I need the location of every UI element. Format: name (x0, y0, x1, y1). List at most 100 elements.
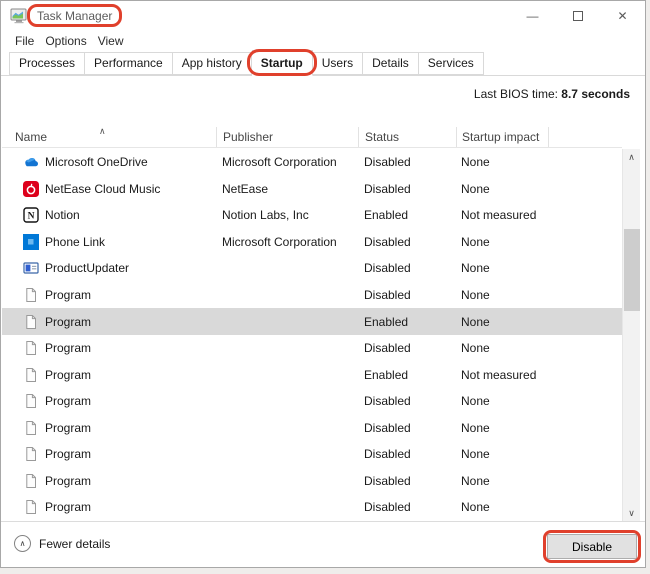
cell-name: Phone Link (45, 234, 106, 249)
cell-name: Program (45, 314, 92, 329)
cell-status: Disabled (364, 181, 411, 196)
program-icon (23, 340, 39, 356)
cell-name: Program (45, 288, 92, 302)
scroll-down-button[interactable]: ∨ (623, 505, 640, 521)
window-controls: — ✕ (510, 1, 645, 31)
notion-icon: N (23, 207, 39, 224)
column-header-status[interactable]: Status (358, 127, 456, 147)
table-row[interactable]: Program Disabled None (2, 414, 622, 441)
cell-startup-impact: None (461, 394, 490, 409)
menu-item-file[interactable]: File (15, 34, 34, 48)
table-row[interactable]: Program Disabled None (2, 468, 622, 495)
cell-status: Disabled (364, 234, 411, 249)
table-row[interactable]: ProductUpdater Disabled None (2, 255, 622, 282)
vertical-scrollbar[interactable]: ∧ ∨ (622, 149, 640, 521)
footer-bar: ∧ Fewer details Disable (1, 521, 645, 567)
cell-status: Disabled (364, 500, 411, 515)
startup-list: Microsoft OneDrive Microsoft Corporation D… (2, 149, 622, 521)
collapse-circle-icon: ∧ (14, 535, 31, 552)
minimize-icon: — (526, 9, 539, 23)
cell-publisher: Notion Labs, Inc (222, 208, 309, 223)
table-row[interactable]: Program Enabled None (2, 308, 622, 335)
scroll-down-icon: ∨ (628, 507, 635, 518)
menu-item-view[interactable]: View (98, 34, 124, 48)
cell-status: Enabled (364, 367, 409, 382)
minimize-button[interactable]: — (510, 1, 555, 31)
column-header-empty (548, 127, 622, 147)
tab-users[interactable]: Users (312, 52, 364, 75)
last-bios-time-label: Last BIOS time: (473, 87, 558, 101)
tab-bar: Processes Performance App history Startup Us… (1, 49, 645, 76)
table-row[interactable]: Program Enabled Not measured (2, 361, 622, 388)
cell-startup-impact: Not measured (461, 367, 537, 382)
cell-startup-impact: Not measured (461, 208, 537, 223)
table-row[interactable]: Microsoft OneDrive Microsoft Corporation D… (2, 149, 622, 176)
netease-icon (23, 180, 39, 197)
tab-processes[interactable]: Processes (9, 52, 86, 75)
maximize-button[interactable] (555, 1, 600, 31)
cell-publisher: Microsoft Corporation (222, 155, 337, 170)
program-icon (23, 314, 39, 330)
cell-startup-impact: None (461, 500, 490, 515)
column-header-startup-impact[interactable]: Startup impact (456, 127, 548, 147)
cell-name: Program (45, 341, 92, 356)
onedrive-icon (23, 154, 39, 170)
cell-name: Program (45, 500, 92, 515)
cell-name: Microsoft OneDrive (45, 155, 148, 170)
task-manager-app-icon (10, 7, 28, 25)
cell-startup-impact: None (461, 288, 490, 302)
table-row[interactable]: Program Disabled None (2, 335, 622, 362)
program-icon (23, 287, 39, 303)
svg-text:N: N (28, 212, 35, 222)
column-header-publisher[interactable]: Publisher (216, 127, 358, 147)
table-row[interactable]: Program Disabled None (2, 388, 622, 415)
program-icon (23, 446, 39, 462)
tab-app-history[interactable]: App history (172, 52, 252, 75)
fewer-details-toggle[interactable]: ∧ Fewer details (14, 535, 110, 552)
cell-name: ProductUpdater (45, 261, 130, 276)
cell-status: Disabled (364, 394, 411, 409)
table-row[interactable]: N Notion Notion Labs, Inc Enabled Not measur… (2, 202, 622, 229)
cell-status: Disabled (364, 447, 411, 462)
program-icon (23, 367, 39, 383)
scrollbar-thumb[interactable] (624, 229, 640, 311)
disable-button[interactable]: Disable (543, 530, 641, 563)
table-row[interactable]: Program Disabled None (2, 282, 622, 309)
close-icon: ✕ (617, 9, 628, 23)
task-manager-window: Task Manager — ✕ File Options View Process… (0, 0, 646, 568)
phone-link-icon (23, 233, 39, 250)
tab-details[interactable]: Details (363, 52, 419, 75)
cell-status: Disabled (364, 288, 411, 302)
table-row[interactable]: Program Disabled None (2, 441, 622, 468)
table-row[interactable]: NetEase Cloud Music NetEase Disabled None (2, 176, 622, 203)
menu-item-options[interactable]: Options (45, 34, 86, 48)
chevron-up-icon: ∧ (19, 539, 26, 548)
cell-startup-impact: None (461, 420, 490, 435)
column-header-name[interactable]: Name ∧ (2, 126, 216, 147)
cell-status: Enabled (364, 208, 409, 223)
table-row[interactable]: Program Disabled None (2, 494, 622, 521)
cell-name: Notion (45, 208, 80, 223)
cell-publisher: NetEase (222, 181, 269, 196)
sort-ascending-icon: ∧ (99, 126, 106, 136)
tab-services[interactable]: Services (418, 52, 484, 75)
cell-status: Disabled (364, 341, 411, 356)
cell-startup-impact: None (461, 341, 490, 356)
table-row[interactable]: Phone Link Microsoft Corporation Disabled N… (2, 229, 622, 256)
tab-performance[interactable]: Performance (85, 52, 173, 75)
close-button[interactable]: ✕ (600, 1, 645, 31)
cell-publisher: Microsoft Corporation (222, 234, 337, 249)
cell-startup-impact: None (461, 473, 490, 488)
menu-bar: File Options View (1, 31, 645, 50)
product-updater-icon (23, 260, 39, 276)
tab-startup[interactable]: Startup (246, 49, 317, 76)
scroll-up-button[interactable]: ∧ (623, 149, 640, 165)
disable-button-label: Disable (571, 539, 613, 554)
fewer-details-label: Fewer details (39, 536, 111, 551)
cell-startup-impact: None (461, 234, 490, 249)
cell-startup-impact: None (461, 314, 490, 329)
cell-status: Enabled (364, 314, 409, 329)
cell-name: NetEase Cloud Music (45, 181, 161, 196)
cell-startup-impact: None (461, 155, 490, 170)
last-bios-time: Last BIOS time: 8.7 seconds (474, 87, 630, 101)
